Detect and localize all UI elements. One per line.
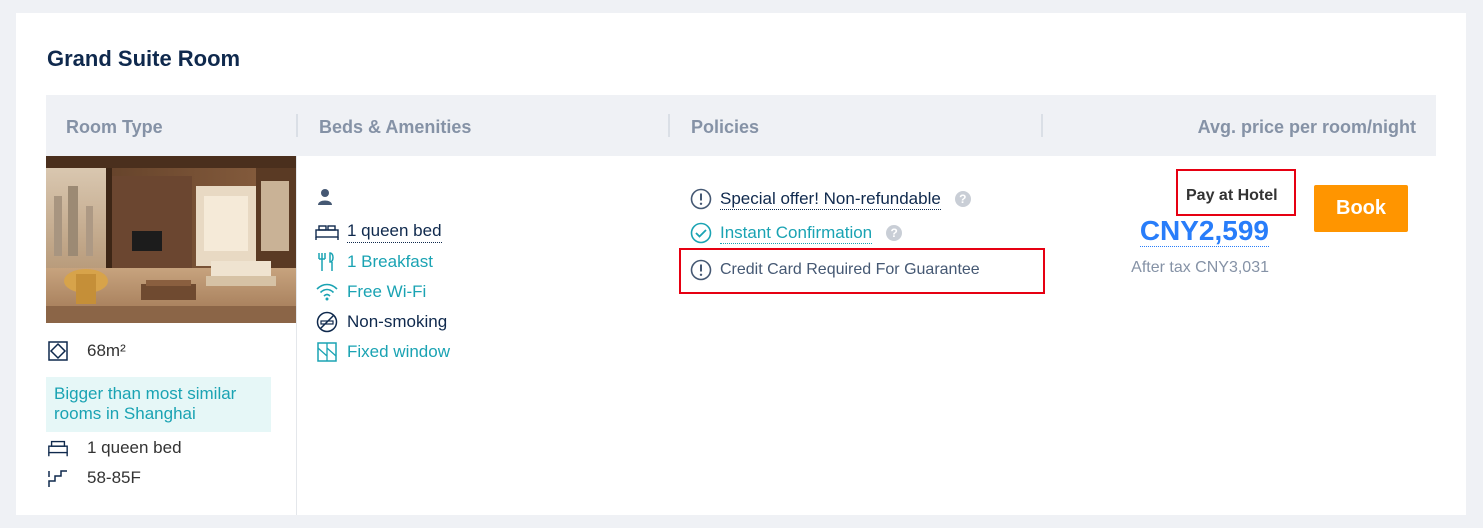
amenity-non-smoking: Non-smoking	[315, 311, 447, 333]
header-divider	[1041, 114, 1043, 137]
book-button[interactable]: Book	[1314, 185, 1408, 232]
room-bed: 1 queen bed	[87, 438, 182, 457]
amenity-window: Fixed window	[315, 341, 450, 363]
policy-instant-confirmation: Instant Confirmation ?	[690, 222, 903, 244]
amenity-breakfast: 1 Breakfast	[315, 251, 433, 273]
header-policies: Policies	[691, 117, 760, 137]
room-card: Grand Suite Room Room Type Beds & Amenit…	[16, 13, 1466, 515]
amenity-bed: 1 queen bed	[315, 221, 442, 243]
wifi-icon	[315, 281, 339, 303]
column-divider	[296, 156, 297, 515]
room-highlight: Bigger than most similar rooms in Shangh…	[46, 377, 271, 432]
room-floor: 58-85F	[87, 468, 141, 487]
info-circle-icon	[690, 188, 712, 210]
stairs-icon	[47, 467, 69, 489]
amenity-label: 1 Breakfast	[347, 252, 433, 271]
policy-credit-card: Credit Card Required For Guarantee	[720, 261, 980, 278]
room-photo[interactable]	[46, 156, 296, 323]
header-divider	[296, 114, 298, 137]
help-icon[interactable]: ?	[954, 191, 971, 207]
policy-label[interactable]: Special offer! Non-refundable	[720, 189, 941, 210]
header-room-type: Room Type	[66, 117, 163, 137]
room-bed-row: 1 queen bed	[47, 437, 182, 459]
header-beds-amenities: Beds & Amenities	[319, 117, 472, 137]
amenity-wifi: Free Wi-Fi	[315, 281, 426, 303]
help-icon[interactable]: ?	[886, 225, 903, 241]
amenity-label: Non-smoking	[347, 312, 448, 331]
window-icon	[315, 341, 339, 363]
payment-method: Pay at Hotel	[1186, 187, 1278, 204]
header-avg-price: Avg. price per room/night	[1197, 117, 1416, 137]
room-size: 68m²	[87, 341, 126, 360]
bed-icon	[315, 221, 339, 243]
room-title: Grand Suite Room	[47, 46, 241, 71]
guest-icon	[317, 188, 333, 211]
policy-label[interactable]: Instant Confirmation	[720, 223, 873, 244]
room-size-icon	[47, 340, 69, 362]
price-after-tax: After tax CNY3,031	[1131, 259, 1269, 276]
table-header: Room Type Beds & Amenities Policies Avg.…	[46, 95, 1436, 156]
bed-icon	[47, 437, 69, 459]
policy-non-refundable: Special offer! Non-refundable ?	[690, 188, 971, 210]
breakfast-icon	[315, 251, 339, 273]
check-circle-icon	[690, 222, 712, 244]
room-size-row: 68m²	[47, 340, 126, 362]
amenity-label: Fixed window	[347, 342, 450, 361]
amenity-label: Free Wi-Fi	[347, 282, 427, 301]
no-smoking-icon	[315, 311, 339, 333]
room-price[interactable]: CNY2,599	[1139, 216, 1269, 247]
header-divider	[668, 114, 670, 137]
room-floor-row: 58-85F	[47, 467, 141, 489]
amenity-label[interactable]: 1 queen bed	[347, 221, 442, 243]
info-circle-icon	[690, 259, 712, 286]
